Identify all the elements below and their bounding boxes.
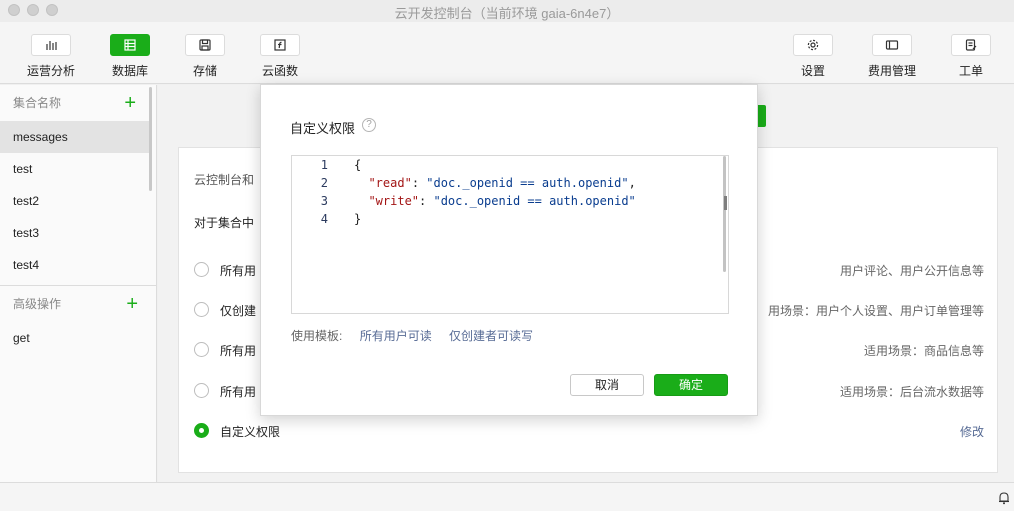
dialog-title: 自定义权限 <box>290 121 356 136</box>
bar-chart-icon <box>46 41 57 50</box>
permission-option-custom[interactable]: 自定义权限 修改 <box>194 419 984 443</box>
tool-label: 费用管理 <box>867 64 916 78</box>
code-value-read: "doc._openid == auth.openid" <box>426 176 629 190</box>
tool-label: 存储 <box>192 64 217 78</box>
advanced-header-label: 高级操作 <box>13 297 62 311</box>
tool-database[interactable]: 数据库 <box>98 34 162 79</box>
tool-settings[interactable]: 设置 <box>781 34 845 79</box>
code-line-2: "read": "doc._openid == auth.openid", <box>368 176 636 190</box>
template-label: 使用模板: <box>291 329 343 343</box>
code-key-read: "read" <box>368 176 412 190</box>
code-key-write: "write" <box>368 194 420 208</box>
add-advanced-button[interactable]: + <box>126 286 138 322</box>
tool-label: 设置 <box>800 64 825 78</box>
template-row: 使用模板: 所有用户可读 仅创建者可读写 <box>291 327 533 344</box>
sidebar: 集合名称 + messages test test2 test3 test4 高… <box>0 85 157 482</box>
option-scene: 用户评论、用户公开信息等 <box>839 264 984 278</box>
collections-header: 集合名称 + <box>0 85 156 121</box>
help-icon[interactable]: ? <box>362 118 376 132</box>
option-label: 所有用 <box>220 264 257 278</box>
permission-hint: 对于集合中 <box>194 216 255 230</box>
option-label: 所有用 <box>220 344 257 358</box>
sidebar-item-get[interactable]: get <box>0 322 150 354</box>
radio-button-checked[interactable] <box>194 423 209 438</box>
code-editor[interactable]: 1 2 3 4 { "read": "doc._openid == auth.o… <box>291 155 729 314</box>
tool-analytics[interactable]: 运营分析 <box>19 34 83 79</box>
sidebar-item-messages[interactable]: messages <box>0 121 150 153</box>
editor-scrollbar[interactable] <box>723 156 726 272</box>
confirm-button[interactable]: 确定 <box>654 374 728 396</box>
collections-header-label: 集合名称 <box>13 96 62 110</box>
template-link-creator-rw[interactable]: 仅创建者可读写 <box>449 329 533 343</box>
sidebar-item-test[interactable]: test <box>0 153 150 185</box>
tool-ticket[interactable]: 工单 <box>939 34 1003 79</box>
bell-icon[interactable] <box>998 491 1010 505</box>
database-icon <box>124 39 136 51</box>
tool-cloud-functions[interactable]: 云函数 <box>248 34 312 79</box>
sidebar-item-test4[interactable]: test4 <box>0 249 150 281</box>
code-value-write: "doc._openid == auth.openid" <box>433 194 636 208</box>
tool-storage[interactable]: 存储 <box>173 34 237 79</box>
template-link-all-read[interactable]: 所有用户可读 <box>360 329 432 343</box>
tool-label: 工单 <box>958 64 983 78</box>
editor-scroll-thumb[interactable] <box>724 196 727 210</box>
radio-button[interactable] <box>194 262 209 277</box>
tool-label: 数据库 <box>111 64 148 78</box>
permission-description: 云控制台和 <box>194 173 255 187</box>
option-label: 仅创建 <box>220 304 257 318</box>
tool-label: 运营分析 <box>26 64 75 78</box>
line-number: 3 <box>320 194 328 208</box>
line-number: 1 <box>320 158 328 172</box>
function-icon <box>274 39 286 51</box>
tool-label: 云函数 <box>261 64 298 78</box>
advanced-header: 高级操作 + <box>0 286 156 322</box>
cancel-button[interactable]: 取消 <box>570 374 644 396</box>
sidebar-item-test2[interactable]: test2 <box>0 185 150 217</box>
line-number: 2 <box>320 176 328 190</box>
code-brace-open: { <box>354 158 362 172</box>
radio-button[interactable] <box>194 302 209 317</box>
toolbar: 运营分析 数据库 存储 云函数 设置 费用管理 工单 <box>0 22 1014 84</box>
ticket-icon <box>965 39 977 51</box>
option-scene: 适用场景：商品信息等 <box>863 344 984 358</box>
modify-link[interactable]: 修改 <box>960 423 984 440</box>
window-title: 云开发控制台（当前环境 gaia-6n4e7） <box>394 6 620 21</box>
option-scene: 适用场景：后台流水数据等 <box>839 385 984 399</box>
code-brace-close: } <box>354 212 362 226</box>
line-gutter: 1 2 3 4 <box>292 156 340 313</box>
line-number: 4 <box>320 212 328 226</box>
billing-icon <box>885 40 899 50</box>
storage-icon <box>199 39 211 51</box>
status-bar <box>0 482 1014 511</box>
tool-billing[interactable]: 费用管理 <box>860 34 924 79</box>
option-scene: 用场景：用户个人设置、用户订单管理等 <box>767 304 984 318</box>
custom-permission-dialog: 自定义权限 ? 1 2 3 4 { "read": "doc._openid =… <box>260 84 758 416</box>
gear-icon <box>807 39 819 51</box>
code-line-4: } <box>354 212 361 226</box>
code-line-3: "write": "doc._openid == auth.openid" <box>368 194 636 208</box>
add-collection-button[interactable]: + <box>124 85 136 121</box>
option-label: 自定义权限 <box>220 425 281 439</box>
code-line-1: { <box>354 158 361 172</box>
sidebar-item-test3[interactable]: test3 <box>0 217 150 249</box>
option-label: 所有用 <box>220 385 257 399</box>
radio-button[interactable] <box>194 383 209 398</box>
window-titlebar: 云开发控制台（当前环境 gaia-6n4e7） <box>0 0 1014 22</box>
radio-button[interactable] <box>194 342 209 357</box>
